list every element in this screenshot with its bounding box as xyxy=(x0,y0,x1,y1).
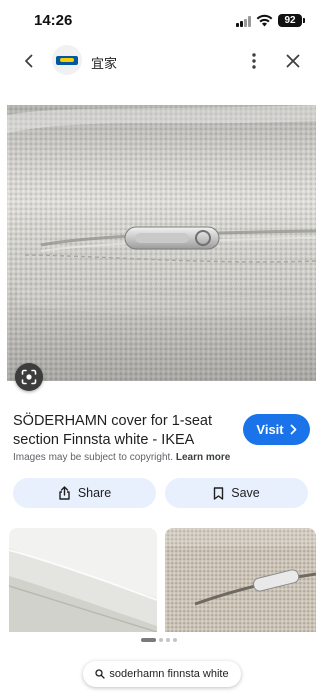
share-button[interactable]: Share xyxy=(13,478,156,508)
product-image[interactable] xyxy=(7,105,316,381)
visit-button[interactable]: Visit xyxy=(243,414,310,445)
top-bar: 宜家 xyxy=(0,44,323,78)
lens-search-button[interactable] xyxy=(15,363,43,391)
share-label: Share xyxy=(77,486,112,500)
back-button[interactable] xyxy=(18,50,40,72)
result-title[interactable]: SÖDERHAMN cover for 1-seat section Finns… xyxy=(13,412,233,450)
more-options-button[interactable] xyxy=(244,50,264,72)
learn-more-link[interactable]: Learn more xyxy=(176,452,230,463)
site-name[interactable]: 宜家 xyxy=(91,53,117,72)
page-dot xyxy=(159,638,163,642)
visit-label: Visit xyxy=(256,422,284,437)
page-dot xyxy=(173,638,177,642)
signal-icon xyxy=(236,16,253,27)
page-dot xyxy=(166,638,170,642)
ikea-logo[interactable] xyxy=(52,45,82,75)
lens-icon xyxy=(21,369,37,385)
pagination-dots xyxy=(141,637,177,643)
page-dot xyxy=(141,638,156,642)
back-arrow-icon xyxy=(25,54,33,68)
search-query: soderhamn finnsta white xyxy=(109,668,229,680)
search-query-chip[interactable]: soderhamn finnsta white xyxy=(83,661,241,687)
related-image[interactable] xyxy=(9,528,157,632)
status-bar: 14:26 92 xyxy=(0,0,323,44)
battery-icon: 92 xyxy=(278,14,305,27)
chevron-right-icon xyxy=(290,424,297,435)
copyright-note: Images may be subject to copyright. Lear… xyxy=(13,452,231,463)
close-icon xyxy=(286,54,300,68)
wifi-icon xyxy=(256,14,273,27)
close-button[interactable] xyxy=(282,50,304,72)
save-label: Save xyxy=(231,486,260,500)
share-icon xyxy=(59,486,70,500)
search-icon xyxy=(95,669,106,679)
status-time: 14:26 xyxy=(34,12,73,29)
save-button[interactable]: Save xyxy=(165,478,308,508)
related-image[interactable] xyxy=(165,528,316,632)
bookmark-icon xyxy=(214,486,224,500)
more-vert-icon xyxy=(252,53,256,69)
